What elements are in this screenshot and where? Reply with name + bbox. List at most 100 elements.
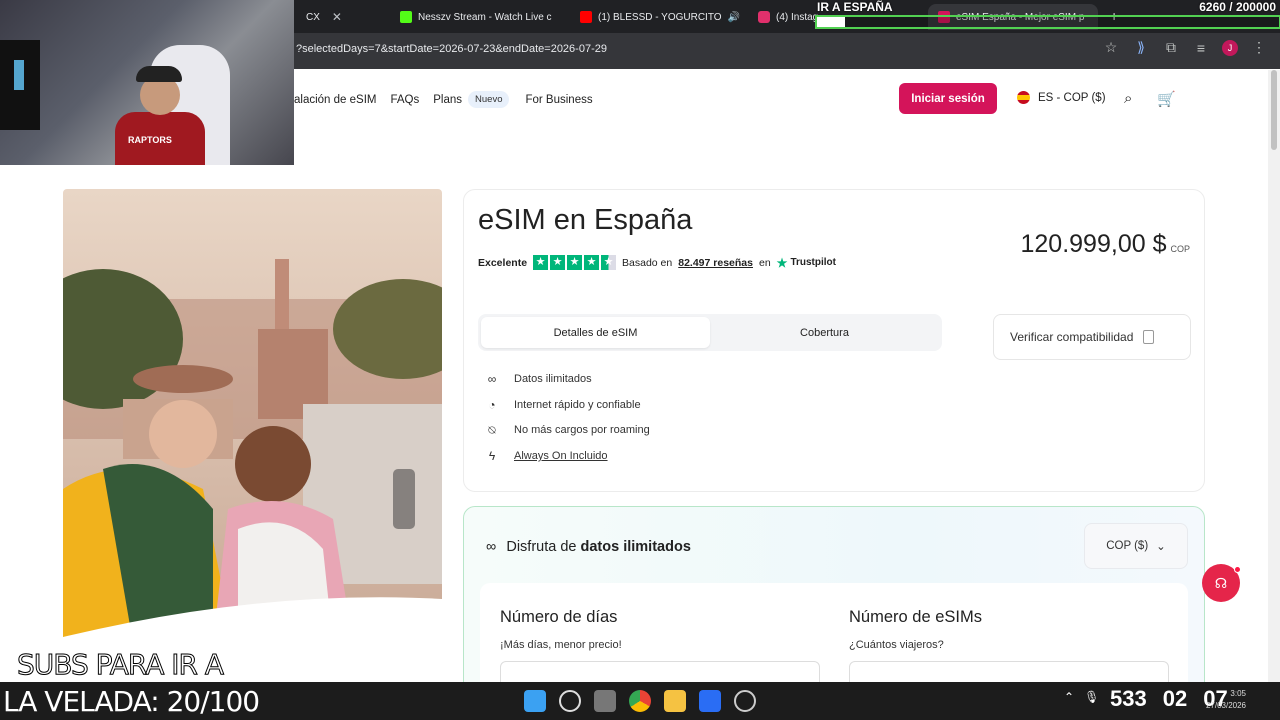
feature-list: ∞ Datos ilimitados ◔ Internet rápido y c… — [484, 366, 650, 469]
feature-label: Datos ilimitados — [514, 372, 592, 385]
panel-heading: ∞ Disfruta de datos ilimitados — [486, 539, 691, 555]
chevron-up-icon[interactable]: ⌃ — [1064, 690, 1074, 704]
hero-image — [63, 189, 442, 643]
en-text: en — [758, 256, 771, 269]
heading-bold: datos ilimitados — [580, 539, 691, 555]
half-star-icon: ★ — [601, 255, 617, 270]
media-icon[interactable]: ≡ — [1192, 40, 1210, 56]
stream-goal-overlay: IR A ESPAÑA 6260 / 200000 — [815, 0, 1280, 30]
puzzle-icon[interactable]: ⧉ — [1162, 39, 1180, 56]
scroll-thumb[interactable] — [1271, 70, 1277, 150]
trustpilot-rating: Excelente ★ ★ ★ ★ ★ Basado en 82.497 res… — [478, 255, 836, 270]
currency-select[interactable]: COP ($) ⌄ — [1084, 523, 1188, 569]
counter-a: 533 — [1110, 686, 1147, 711]
star-icon: ★ — [550, 255, 566, 270]
chrome-icon[interactable] — [629, 690, 651, 712]
feature-item: ∞ Datos ilimitados — [484, 366, 650, 392]
taskbar-search-icon[interactable] — [559, 690, 581, 712]
system-tray: ⌃ 🎙 — [1064, 690, 1099, 704]
search-icon[interactable]: ⌕ — [1124, 90, 1132, 107]
star-icon: ★ — [567, 255, 583, 270]
velada-overlay-text: LA VELADA: 20/100 — [3, 685, 260, 718]
taskbar-apps — [524, 690, 756, 712]
browser-toolbar: ☆ ⟫ ⧉ ≡ J ⋮ — [1102, 39, 1268, 56]
days-title: Número de días — [500, 608, 618, 626]
browser-tab-3[interactable]: (1) BLESSD - YOGURCITO 🔊✕ — [570, 4, 746, 30]
counter-b: 02 — [1162, 686, 1188, 711]
bolt-icon: ϟ — [488, 448, 496, 463]
extension-icon[interactable]: ⟫ — [1132, 39, 1150, 56]
star-icon: ★ — [533, 255, 549, 270]
feature-label: No más cargos por roaming — [514, 424, 650, 437]
verify-label: Verificar compatibilidad — [1010, 330, 1134, 344]
profile-avatar[interactable]: J — [1222, 39, 1238, 56]
browser-tab-1[interactable]: CX ✕ — [296, 4, 382, 30]
login-button[interactable]: Iniciar sesión — [899, 83, 997, 114]
product-card: eSIM en España Excelente ★ ★ ★ ★ ★ Basad… — [463, 189, 1205, 492]
goal-label: IR A ESPAÑA — [817, 0, 893, 14]
tab-title: CX — [306, 11, 320, 23]
rgb-light — [14, 60, 24, 90]
spain-flag-icon — [1017, 91, 1030, 104]
travelers-photo — [63, 189, 442, 643]
infinity-icon: ∞ — [487, 371, 497, 386]
star-icon: ★ — [584, 255, 600, 270]
tab-coverage[interactable]: Cobertura — [710, 317, 939, 348]
mic-icon[interactable]: 🎙 — [1084, 690, 1099, 704]
days-subtitle: ¡Más días, menor precio! — [500, 639, 622, 651]
feature-link[interactable]: Always On Incluido — [514, 450, 608, 462]
clock-time: 3:05 — [1230, 689, 1246, 698]
browser-tab-2[interactable]: Nesszv Stream - Watch Live c✕ — [390, 4, 558, 30]
streamer-cap — [136, 66, 182, 82]
gauge-icon: ◔ — [488, 397, 496, 412]
nav-business[interactable]: For Business — [525, 94, 592, 106]
browser-tab-4[interactable]: (4) Instagram — [748, 4, 818, 30]
feature-item: ◔ Internet rápido y confiable — [484, 392, 650, 418]
infinity-icon: ∞ — [486, 539, 497, 555]
esims-column: Número de eSIMs ¿Cuántos viajeros? — [849, 608, 1169, 691]
menu-icon[interactable]: ⋮ — [1250, 39, 1268, 56]
screen: CX ✕ Nesszv Stream - Watch Live c✕ (1) BL… — [0, 0, 1280, 720]
instagram-icon — [758, 11, 770, 23]
phone-check-icon — [1143, 330, 1155, 344]
task-view-icon[interactable] — [594, 690, 616, 712]
plan-selector-panel: ∞ Disfruta de datos ilimitados COP ($) ⌄… — [463, 506, 1205, 703]
feature-item: ϟ Always On Incluido — [484, 443, 650, 469]
page-scrollbar[interactable] — [1268, 70, 1280, 682]
bookmark-star-icon[interactable]: ☆ — [1102, 39, 1120, 56]
no-roaming-icon: ⍉ — [488, 422, 496, 437]
system-clock[interactable]: 3:05 27/03/2026 — [1196, 688, 1246, 712]
locale-label: ES - COP ($) — [1038, 91, 1106, 104]
nav-install[interactable]: alación de eSIM — [294, 94, 376, 106]
windows-start-icon[interactable] — [524, 690, 546, 712]
feature-item: ⍉ No más cargos por roaming — [484, 417, 650, 443]
product-title: eSIM en España — [478, 204, 693, 236]
trustpilot-wordmark: Trustpilot — [790, 257, 836, 268]
app-icon[interactable] — [699, 690, 721, 712]
goal-progress-bar — [815, 15, 1280, 29]
shirt-logo: RAPTORS — [128, 135, 172, 145]
tab-esim-details[interactable]: Detalles de eSIM — [481, 317, 710, 348]
close-icon[interactable]: ✕ — [332, 10, 342, 24]
trustpilot-logo[interactable]: ★ Trustpilot — [777, 256, 836, 270]
file-explorer-icon[interactable] — [664, 690, 686, 712]
verify-compatibility-button[interactable]: Verificar compatibilidad — [993, 314, 1191, 360]
speaker-icon[interactable]: 🔊 — [728, 12, 740, 23]
goal-progress: 6260 / 200000 — [1199, 0, 1276, 14]
locale-selector[interactable]: ES - COP ($) — [1017, 91, 1106, 104]
obs-icon[interactable] — [734, 690, 756, 712]
nav-faqs[interactable]: FAQs — [390, 94, 419, 106]
new-badge: Nuevo — [468, 91, 510, 108]
days-column: Número de días ¡Más días, menor precio! — [500, 608, 820, 691]
reviews-link[interactable]: 82.497 reseñas — [678, 257, 753, 269]
kick-icon — [400, 11, 412, 23]
cart-icon[interactable]: 🛒 — [1157, 90, 1176, 108]
detail-tabs: Detalles de eSIM Cobertura — [478, 314, 942, 351]
main-nav: alación de eSIM FAQs Plans Nuevo For Bus… — [294, 91, 593, 108]
nav-plans[interactable]: Plans — [433, 94, 462, 106]
url-field[interactable]: ?selectedDays=7&startDate=2026-07-23&end… — [296, 43, 607, 55]
based-on-text: Basado en — [622, 256, 673, 269]
tab-title: (1) BLESSD - YOGURCITO — [598, 11, 722, 23]
tab-title: Nesszv Stream - Watch Live c — [418, 11, 552, 23]
subs-overlay-text: SUBS PARA IR A — [16, 648, 224, 682]
